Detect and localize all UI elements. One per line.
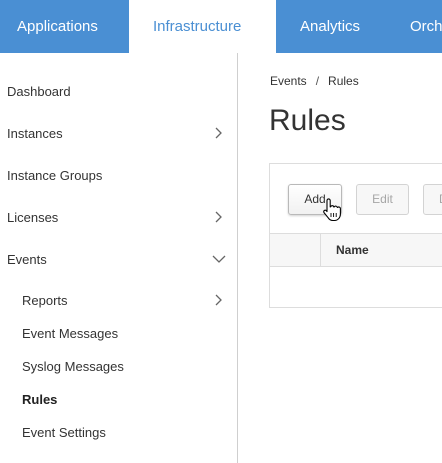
sidebar-item-label: Rules — [22, 392, 58, 407]
sidebar-item-label: Event Settings — [22, 425, 106, 440]
sidebar-item-label: Event Messages — [22, 326, 119, 341]
breadcrumb-separator: / — [315, 74, 320, 88]
breadcrumb-current: Rules — [328, 74, 359, 88]
sidebar-item-events[interactable]: Events — [0, 238, 238, 280]
hand-cursor-icon — [323, 198, 341, 222]
sidebar-item-licenses[interactable]: Licenses — [0, 196, 238, 238]
sidebar-item-label: Events — [7, 252, 47, 267]
edit-button[interactable]: Edit — [356, 184, 409, 215]
chevron-right-icon — [215, 294, 222, 306]
chevron-down-icon — [212, 255, 226, 263]
delete-button[interactable]: D — [423, 184, 442, 215]
column-header-name[interactable]: Name — [336, 243, 369, 257]
rules-panel: Add Edit D Name — [269, 163, 442, 308]
sidebar-item-label: Instances — [7, 126, 63, 141]
table-header: Name — [270, 233, 442, 267]
sidebar-item-label: Instance Groups — [7, 168, 103, 183]
top-navigation: Applications Infrastructure Analytics Or… — [0, 0, 442, 53]
sidebar-item-instance-groups[interactable]: Instance Groups — [0, 154, 238, 196]
tab-orchestration[interactable]: Orch — [388, 0, 442, 53]
sidebar: Dashboard Instances Instance Groups Lice… — [0, 53, 238, 463]
chevron-right-icon — [215, 211, 222, 223]
sidebar-item-label: Reports — [22, 293, 68, 308]
tab-analytics[interactable]: Analytics — [276, 0, 388, 53]
tab-applications[interactable]: Applications — [0, 0, 124, 53]
breadcrumb: Events / Rules — [270, 74, 359, 88]
tab-infrastructure[interactable]: Infrastructure — [129, 0, 276, 53]
sidebar-item-event-settings[interactable]: Event Settings — [0, 411, 238, 453]
breadcrumb-events-link[interactable]: Events — [270, 74, 307, 88]
page-title: Rules — [269, 104, 346, 137]
chevron-right-icon — [215, 127, 222, 139]
sidebar-item-label: Syslog Messages — [22, 359, 124, 374]
select-all-column[interactable] — [270, 234, 321, 266]
sidebar-item-dashboard[interactable]: Dashboard — [0, 70, 238, 112]
sidebar-item-instances[interactable]: Instances — [0, 112, 238, 154]
sidebar-item-label: Dashboard — [7, 84, 71, 99]
sidebar-item-label: Licenses — [7, 210, 59, 225]
